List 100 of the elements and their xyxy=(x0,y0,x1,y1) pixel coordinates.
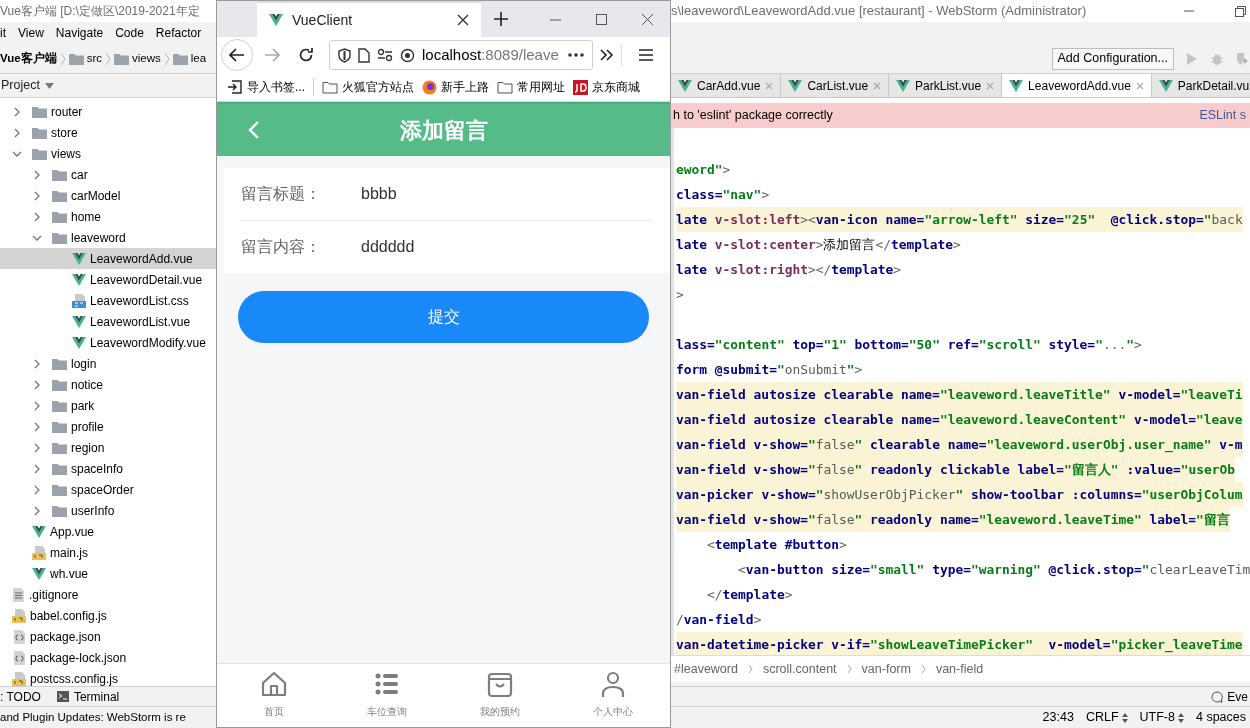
more-icon[interactable] xyxy=(568,53,584,57)
back-chevron-icon[interactable] xyxy=(248,120,260,140)
tree-item[interactable]: car xyxy=(0,164,216,185)
tree-item[interactable]: LeavewordDetail.vue xyxy=(0,269,216,290)
tool-window-button[interactable]: : TODO xyxy=(0,687,41,706)
tab-bar-item[interactable]: 个人中心 xyxy=(556,664,670,727)
close-icon[interactable] xyxy=(457,14,469,26)
tree-item[interactable]: park xyxy=(0,395,216,416)
tree-item[interactable]: .gitignore xyxy=(0,584,216,605)
chevron-right-icon[interactable] xyxy=(12,127,22,138)
tree-item[interactable]: wh.vue xyxy=(0,563,216,584)
chevron-right-icon[interactable] xyxy=(32,505,42,516)
tree-item[interactable]: LeavewordModify.vue xyxy=(0,332,216,353)
status-item[interactable]: 4 spaces xyxy=(1195,708,1246,727)
tree-item[interactable]: router xyxy=(0,101,216,122)
menu-icon[interactable] xyxy=(638,48,654,62)
chevron-right-icon[interactable] xyxy=(32,400,42,411)
file-icon xyxy=(72,336,86,349)
breadcrumb[interactable]: lea xyxy=(190,49,207,68)
tree-item[interactable]: home xyxy=(0,206,216,227)
tab-bar-item[interactable]: 车位查询 xyxy=(330,664,444,727)
chevron-right-icon[interactable] xyxy=(32,421,42,432)
tree-item[interactable]: postcss.config.js xyxy=(0,668,216,686)
tool-window-button[interactable]: Eve xyxy=(1211,687,1250,706)
bookmark[interactable]: 京东商城 xyxy=(573,78,640,96)
code-line: form @submit="onSubmit"> xyxy=(676,361,863,379)
folder-icon xyxy=(497,80,513,94)
chevron-right-icon xyxy=(163,51,170,66)
breadcrumb[interactable]: van-field xyxy=(935,659,984,679)
double-chevron-icon[interactable] xyxy=(600,49,614,61)
tree-item[interactable]: notice xyxy=(0,374,216,395)
chevron-right-icon xyxy=(747,664,753,674)
breadcrumb[interactable]: scroll.content xyxy=(762,659,837,679)
bookmark[interactable]: 新手上路 xyxy=(422,78,489,96)
maximize-icon[interactable] xyxy=(595,13,607,25)
chevron-right-icon[interactable] xyxy=(32,190,42,201)
input-field[interactable]: dddddd xyxy=(361,235,653,259)
browser-tab[interactable]: VueClient xyxy=(257,1,481,37)
status-item[interactable]: UTF-8 xyxy=(1139,708,1184,727)
close-icon[interactable] xyxy=(641,13,653,25)
chevron-right-icon[interactable] xyxy=(32,379,42,390)
tree-item[interactable]: region xyxy=(0,437,216,458)
tree-item[interactable]: LeavewordList.css xyxy=(0,290,216,311)
tree-item[interactable]: carModel xyxy=(0,185,216,206)
tree-item[interactable]: spaceOrder xyxy=(0,479,216,500)
tab-bar-item[interactable]: 首页 xyxy=(217,664,331,727)
breadcrumb[interactable]: Vue客户端 xyxy=(0,49,57,68)
status-item[interactable]: CRLF xyxy=(1085,708,1128,727)
submit-button[interactable]: 提交 xyxy=(238,291,649,343)
panel-title[interactable]: Project xyxy=(1,76,40,95)
file-icon xyxy=(72,315,86,328)
chevron-right-icon[interactable] xyxy=(32,442,42,453)
chevron-right-icon[interactable] xyxy=(32,211,42,222)
tree-item[interactable]: profile xyxy=(0,416,216,437)
editor-tab[interactable]: LeavewordAdd.vue xyxy=(1002,74,1152,97)
file-icon xyxy=(72,273,86,286)
breadcrumb[interactable]: src xyxy=(86,49,102,68)
chevron-right-icon[interactable] xyxy=(32,358,42,369)
chevron-right-icon[interactable] xyxy=(32,463,42,474)
chevron-right-icon[interactable] xyxy=(32,169,42,180)
speech-bubble-icon xyxy=(1211,690,1224,703)
tree-item[interactable]: login xyxy=(0,353,216,374)
menu-item[interactable]: Navigate xyxy=(55,24,104,42)
tree-item[interactable]: LeavewordList.vue xyxy=(0,311,216,332)
restore-icon[interactable] xyxy=(1235,5,1246,17)
caret-down-icon[interactable] xyxy=(44,82,54,89)
bookmark[interactable]: 常用网址 xyxy=(497,78,565,96)
input-field[interactable]: bbbb xyxy=(361,182,653,206)
chevron-right-icon[interactable] xyxy=(32,484,42,495)
tree-item[interactable]: leaveword xyxy=(0,227,216,248)
breadcrumb[interactable]: van-form xyxy=(861,659,911,679)
folder-icon xyxy=(322,80,338,94)
status-item[interactable]: 23:43 xyxy=(1042,708,1074,727)
address-bar[interactable]: localhost:8089/leave xyxy=(329,40,593,70)
tree-item[interactable]: main.js xyxy=(0,542,216,563)
tool-window-button[interactable]: Terminal xyxy=(56,687,120,706)
menu-item[interactable]: Code xyxy=(115,24,144,42)
tree-item[interactable]: userInfo xyxy=(0,500,216,521)
tree-item[interactable]: spaceInfo xyxy=(0,458,216,479)
breadcrumb[interactable]: #leaveword xyxy=(674,659,738,679)
tree-item[interactable]: views xyxy=(0,143,216,164)
tree-item[interactable]: babel.config.js xyxy=(0,605,216,626)
globe-icon xyxy=(422,79,437,95)
tree-item[interactable]: store xyxy=(0,122,216,143)
tab-bar-item[interactable]: 我的预约 xyxy=(443,664,557,727)
menu-item[interactable]: View xyxy=(18,24,44,42)
menu-item[interactable]: it xyxy=(0,24,6,42)
tree-item[interactable]: App.vue xyxy=(0,521,216,542)
plus-icon[interactable] xyxy=(493,11,509,27)
tree-item[interactable]: LeavewordAdd.vue xyxy=(0,248,216,269)
tree-item[interactable]: package-lock.json xyxy=(0,647,216,668)
menu-item[interactable]: Refactor xyxy=(155,24,202,42)
run-configuration-button[interactable]: Add Configuration... xyxy=(1051,47,1174,70)
chevron-right-icon xyxy=(105,51,111,66)
bookmark[interactable]: 导入书签... xyxy=(227,78,305,96)
tree-item[interactable]: package.json xyxy=(0,626,216,647)
bookmark[interactable]: 火狐官方站点 xyxy=(322,78,414,96)
chevron-right-icon[interactable] xyxy=(12,106,22,117)
breadcrumb[interactable]: views xyxy=(132,49,161,68)
settings-link[interactable]: ESLint s xyxy=(1199,106,1246,125)
